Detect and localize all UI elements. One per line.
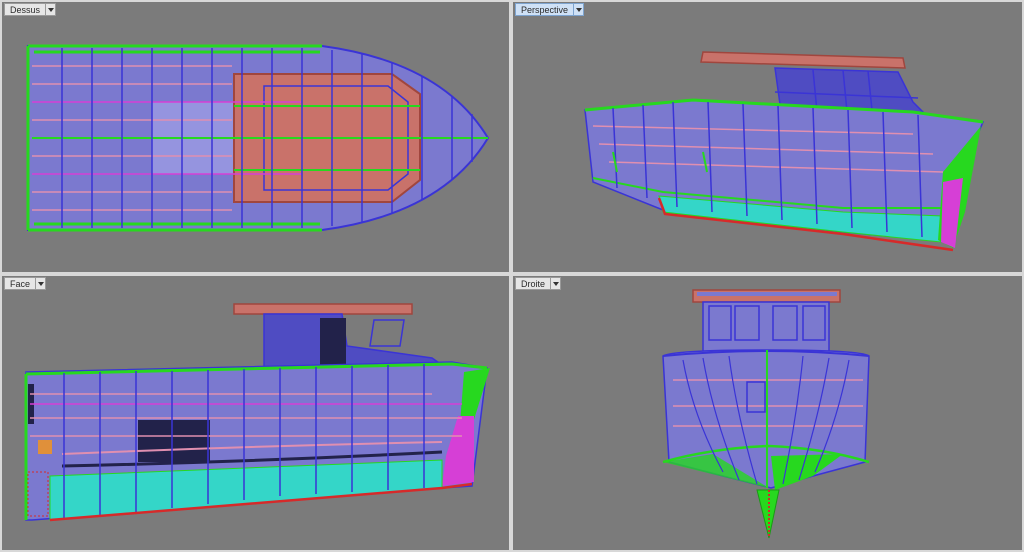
chevron-down-icon[interactable]	[574, 3, 585, 16]
viewport-tab-top[interactable]: Dessus	[4, 3, 57, 16]
viewport-tab-perspective[interactable]: Perspective	[515, 3, 585, 16]
chevron-down-icon[interactable]	[46, 3, 57, 16]
chevron-down-icon[interactable]	[551, 277, 562, 290]
front-view-model	[24, 303, 490, 522]
right-view-model	[662, 289, 870, 539]
viewport-right[interactable]: Droite	[513, 276, 1022, 550]
viewport-label-front[interactable]: Face	[4, 277, 37, 290]
viewport-label-right[interactable]: Droite	[515, 277, 552, 290]
perspective-view-model	[584, 51, 985, 252]
viewport-top[interactable]: Dessus	[2, 2, 509, 272]
chevron-down-icon[interactable]	[36, 277, 47, 290]
viewport-perspective[interactable]: Perspective	[513, 2, 1022, 272]
top-view-model	[26, 44, 490, 232]
viewport-label-perspective[interactable]: Perspective	[515, 3, 575, 16]
viewport-tab-front[interactable]: Face	[4, 277, 47, 290]
viewport-tab-right[interactable]: Droite	[515, 277, 562, 290]
viewport-front[interactable]: Face	[2, 276, 509, 550]
viewport-label-top[interactable]: Dessus	[4, 3, 47, 16]
